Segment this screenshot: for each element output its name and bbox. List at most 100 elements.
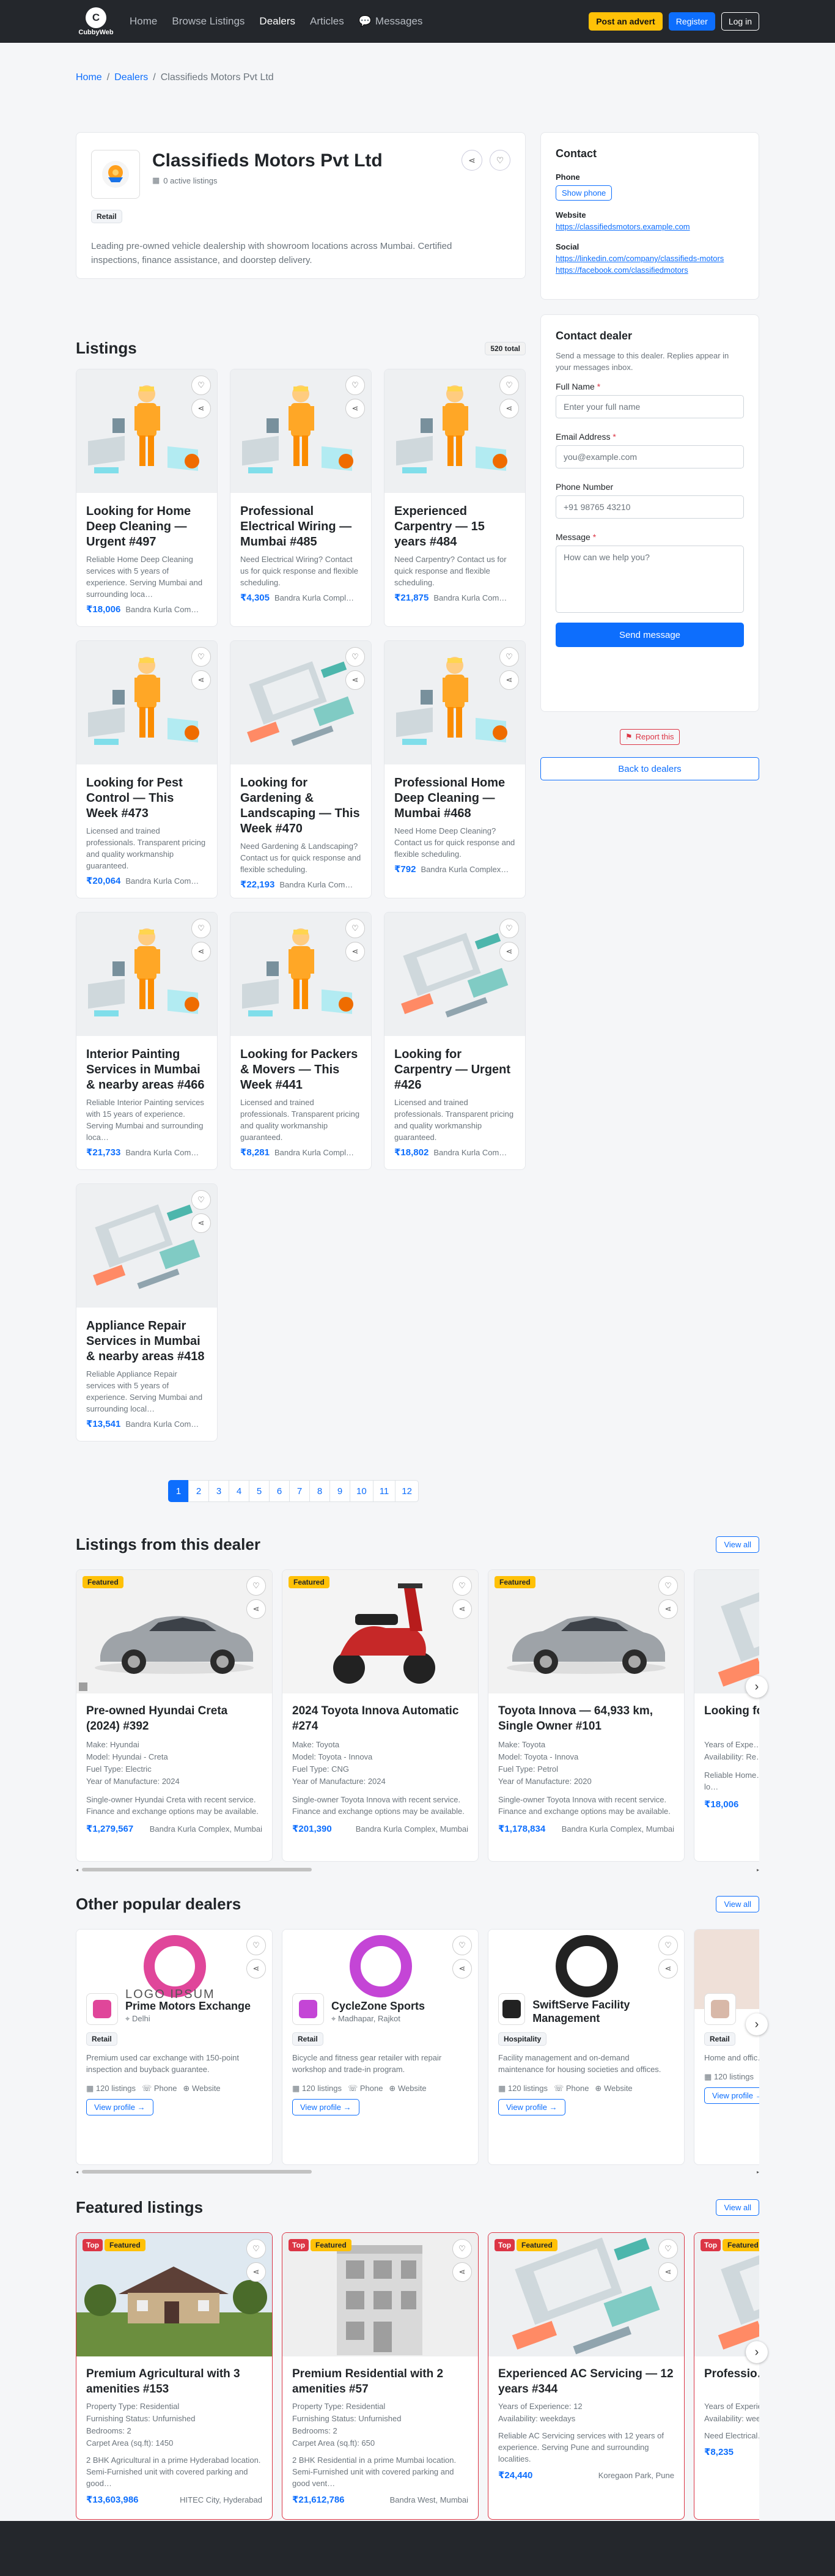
page-3[interactable]: 3 [208,1480,229,1502]
email-input[interactable]: you@example.com [556,445,744,468]
heart-icon[interactable]: ♡ [345,376,365,395]
dealer-listing-card[interactable]: Featured ♡ ⋖ Pre-owned Hyundai Creta (20… [76,1569,273,1862]
nav-browse-listings[interactable]: Browse Listings [172,15,245,28]
scroll-left-icon[interactable]: ◂ [76,2169,78,2175]
listing-card[interactable]: ♡ ⋖ Experienced Carpentry — 15 years #48… [384,369,526,627]
dealer-name[interactable]: SwiftServe Facility Management [532,1998,674,2025]
listing-title[interactable]: Looking for Packers & Movers — This Week… [240,1047,361,1093]
listing-title[interactable]: Professional Electrical Wiring — Mumbai … [240,504,361,550]
from-dealer-view-all[interactable]: View all [716,1536,759,1553]
share-icon[interactable]: ⋖ [499,399,519,418]
listing-title[interactable]: Toyota Innova — 64,933 km, Single Owner … [498,1703,674,1734]
heart-icon[interactable]: ♡ [499,647,519,667]
popular-dealers-view-all[interactable]: View all [716,1896,759,1912]
share-icon[interactable]: ⋖ [191,670,211,690]
breadcrumb-dealers[interactable]: Dealers [114,72,148,86]
listing-title[interactable]: Looking for Carpentry — Urgent #426 [394,1047,515,1093]
heart-icon[interactable]: ♡ [499,919,519,938]
share-icon[interactable]: ⋖ [499,942,519,961]
page-2[interactable]: 2 [188,1480,209,1502]
heart-icon[interactable]: ♡ [246,1936,266,1955]
name-input[interactable]: Enter your full name [556,395,744,418]
heart-icon[interactable]: ♡ [452,1936,472,1955]
heart-icon[interactable]: ♡ [345,647,365,667]
dealer-card[interactable]: ♡ ⋖ Retail Home and offic… custom modul…… [694,1929,759,2165]
listing-card[interactable]: ♡ ⋖ Interior Painting Services in Mumbai… [76,912,218,1170]
listing-image[interactable]: Top Featured [694,2233,759,2380]
listing-title[interactable]: Professio… New Delhi [704,2366,759,2397]
listing-image[interactable]: Featured [488,1570,684,1693]
heart-icon[interactable]: ♡ [658,1936,678,1955]
heart-icon[interactable]: ♡ [246,1576,266,1596]
listing-card[interactable]: ♡ ⋖ Appliance Repair Services in Mumbai … [76,1183,218,1442]
page-1[interactable]: 1 [168,1480,189,1502]
share-icon[interactable]: ⋖ [462,150,482,171]
heart-icon[interactable]: ♡ [191,919,211,938]
share-icon[interactable]: ⋖ [345,399,365,418]
featured-view-all[interactable]: View all [716,2199,759,2216]
dealer-name[interactable]: CycleZone Sports [331,1999,425,2013]
listing-title[interactable]: Premium Agricultural with 3 amenities #1… [86,2366,262,2397]
page-5[interactable]: 5 [249,1480,270,1502]
listing-title[interactable]: Pre-owned Hyundai Creta (2024) #392 [86,1703,262,1734]
listing-title[interactable]: Experienced Carpentry — 15 years #484 [394,504,515,550]
page-11[interactable]: 11 [372,1480,396,1502]
share-icon[interactable]: ⋖ [246,1959,266,1978]
view-profile-button[interactable]: View profile → [498,2099,565,2115]
listing-card[interactable]: ♡ ⋖ Looking for Packers & Movers — This … [230,912,372,1170]
page-7[interactable]: 7 [289,1480,310,1502]
carousel-next-icon[interactable]: › [746,2013,768,2035]
dealer-name[interactable]: Prime Motors Exchange [125,1999,251,2013]
nav-home[interactable]: Home [130,15,157,28]
dealer-listing-card[interactable]: ♡ ⋖ Looking fo… Cleaning — Years of Expe… [694,1569,759,1862]
share-icon[interactable]: ⋖ [345,670,365,690]
back-to-dealers-button[interactable]: Back to dealers [540,757,759,780]
heart-icon[interactable]: ♡ [345,919,365,938]
scroll-left-icon[interactable]: ◂ [76,1867,78,1873]
login-button[interactable]: Log in [721,12,759,31]
listing-card[interactable]: ♡ ⋖ Looking for Home Deep Cleaning — Urg… [76,369,218,627]
breadcrumb-home[interactable]: Home [76,72,102,86]
scroll-right-icon[interactable]: ▸ [757,2169,759,2175]
view-profile-button[interactable]: View profile → [86,2099,153,2115]
dealer-card[interactable]: ♡ ⋖ SwiftServe Facility Management Hospi… [488,1929,685,2165]
share-icon[interactable]: ⋖ [658,1959,678,1978]
share-icon[interactable]: ⋖ [191,1213,211,1233]
nav-dealers[interactable]: Dealers [259,15,295,28]
featured-listing-card[interactable]: Top Featured ♡ ⋖ Experienced AC Servicin… [488,2232,685,2520]
share-icon[interactable]: ⋖ [499,670,519,690]
heart-icon[interactable]: ♡ [191,376,211,395]
register-button[interactable]: Register [668,12,715,31]
scrollbar-thumb[interactable] [82,1868,312,1871]
facebook-link[interactable]: https://facebook.com/classifiedmotors [556,265,744,275]
page-6[interactable]: 6 [269,1480,290,1502]
page-8[interactable]: 8 [309,1480,330,1502]
listing-title[interactable]: Appliance Repair Services in Mumbai & ne… [86,1319,207,1364]
listing-title[interactable]: Premium Residential with 2 amenities #57 [292,2366,468,2397]
page-9[interactable]: 9 [329,1480,350,1502]
listing-card[interactable]: ♡ ⋖ Professional Electrical Wiring — Mum… [230,369,372,627]
dealer-card[interactable]: ♡ ⋖ CycleZone Sports ⌖ Madhapar, Rajkot … [282,1929,479,2165]
heart-icon[interactable]: ♡ [658,2239,678,2259]
post-advert-button[interactable]: Post an advert [589,12,663,31]
listing-title[interactable]: Looking for Gardening & Landscaping — Th… [240,775,361,837]
heart-icon[interactable]: ♡ [658,1576,678,1596]
listing-title[interactable]: Interior Painting Services in Mumbai & n… [86,1047,207,1093]
linkedin-link[interactable]: https://linkedin.com/company/classifieds… [556,254,744,263]
share-icon[interactable]: ⋖ [246,1599,266,1619]
heart-icon[interactable]: ♡ [191,647,211,667]
share-icon[interactable]: ⋖ [452,2262,472,2282]
listing-title[interactable]: Looking for Pest Control — This Week #47… [86,775,207,821]
share-icon[interactable]: ⋖ [191,942,211,961]
heart-icon[interactable]: ♡ [246,2239,266,2259]
message-textarea[interactable]: How can we help you? [556,546,744,613]
phone-input[interactable]: +91 98765 43210 [556,495,744,519]
dealer-listing-card[interactable]: Featured ♡ ⋖ 2024 Toyota Innova Automati… [282,1569,479,1862]
featured-listing-card[interactable]: Top Featured ♡ ⋖ Premium Agricultural wi… [76,2232,273,2520]
share-icon[interactable]: ⋖ [191,399,211,418]
share-icon[interactable]: ⋖ [658,1599,678,1619]
carousel-scrollbar[interactable]: ◂▸ [76,1867,759,1873]
page-4[interactable]: 4 [229,1480,249,1502]
listing-title[interactable]: Professional Home Deep Cleaning — Mumbai… [394,775,515,821]
heart-icon[interactable]: ♡ [499,376,519,395]
